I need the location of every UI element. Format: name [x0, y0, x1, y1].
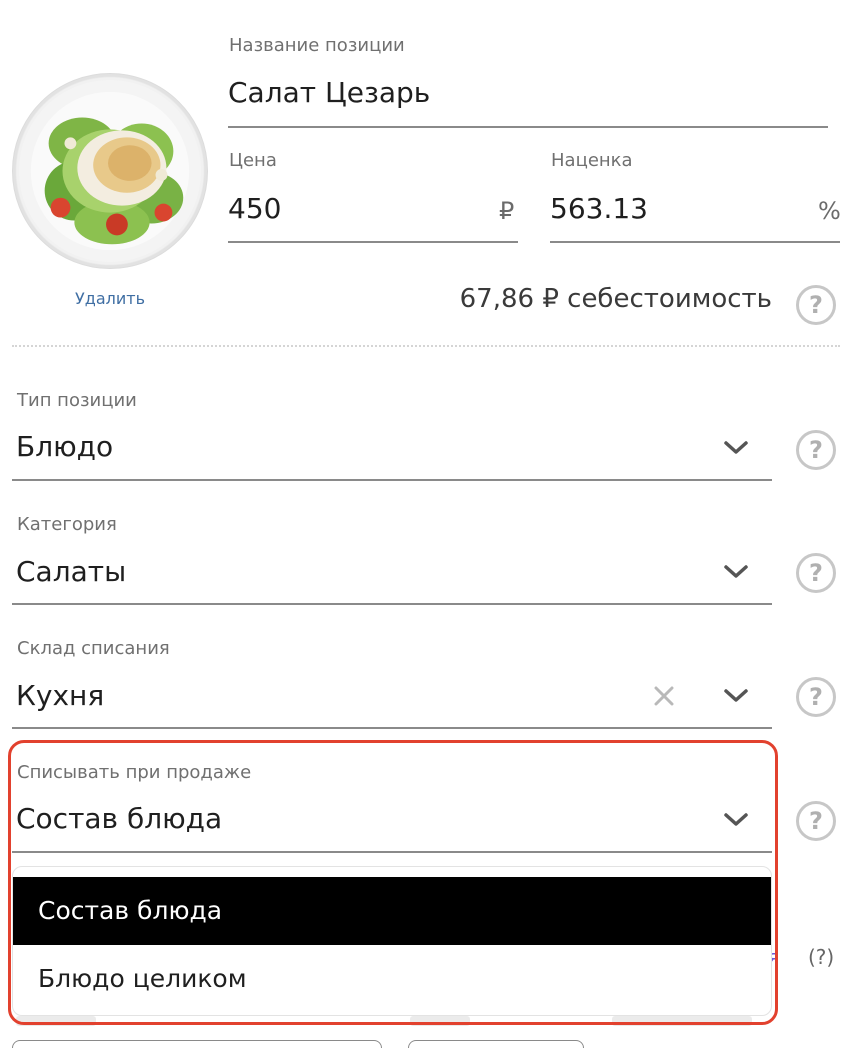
- delete-photo-link[interactable]: Удалить: [60, 289, 160, 308]
- price-label: Цена: [229, 150, 277, 171]
- name-label: Название позиции: [229, 35, 405, 56]
- type-select-value[interactable]: Блюдо: [16, 430, 113, 463]
- price-underline: [228, 241, 518, 243]
- type-underline: [12, 479, 772, 481]
- warehouse-select-value[interactable]: Кухня: [16, 679, 104, 712]
- chevron-down-icon[interactable]: [723, 564, 749, 580]
- markup-input[interactable]: 563.13: [550, 192, 648, 225]
- price-currency: ₽: [499, 197, 515, 225]
- markup-percent: %: [818, 197, 841, 225]
- name-underline: [228, 126, 828, 128]
- category-underline: [12, 603, 772, 605]
- category-label: Категория: [17, 514, 117, 535]
- name-input[interactable]: Салат Цезарь: [228, 76, 430, 109]
- cost-text: 67,86 ₽ себестоимость: [459, 284, 772, 314]
- help-icon[interactable]: ?: [796, 553, 836, 593]
- type-label: Тип позиции: [17, 390, 137, 411]
- warehouse-label: Склад списания: [17, 638, 170, 659]
- warehouse-underline: [12, 727, 772, 729]
- help-icon[interactable]: ?: [796, 677, 836, 717]
- markup-label: Наценка: [551, 150, 633, 171]
- background-field: [12, 1040, 382, 1048]
- section-divider: [12, 345, 840, 347]
- highlight-annotation: [8, 740, 778, 1025]
- background-field: [408, 1040, 584, 1048]
- background-help[interactable]: (?): [808, 945, 834, 969]
- clear-icon[interactable]: [654, 686, 674, 706]
- help-icon[interactable]: ?: [796, 801, 836, 841]
- help-icon[interactable]: ?: [796, 430, 836, 470]
- category-select-value[interactable]: Салаты: [16, 555, 126, 588]
- chevron-down-icon[interactable]: [723, 440, 749, 456]
- chevron-down-icon[interactable]: [723, 688, 749, 704]
- item-photo[interactable]: [12, 73, 208, 269]
- price-input[interactable]: 450: [228, 192, 281, 225]
- help-icon[interactable]: ?: [796, 285, 836, 325]
- markup-underline: [550, 241, 840, 243]
